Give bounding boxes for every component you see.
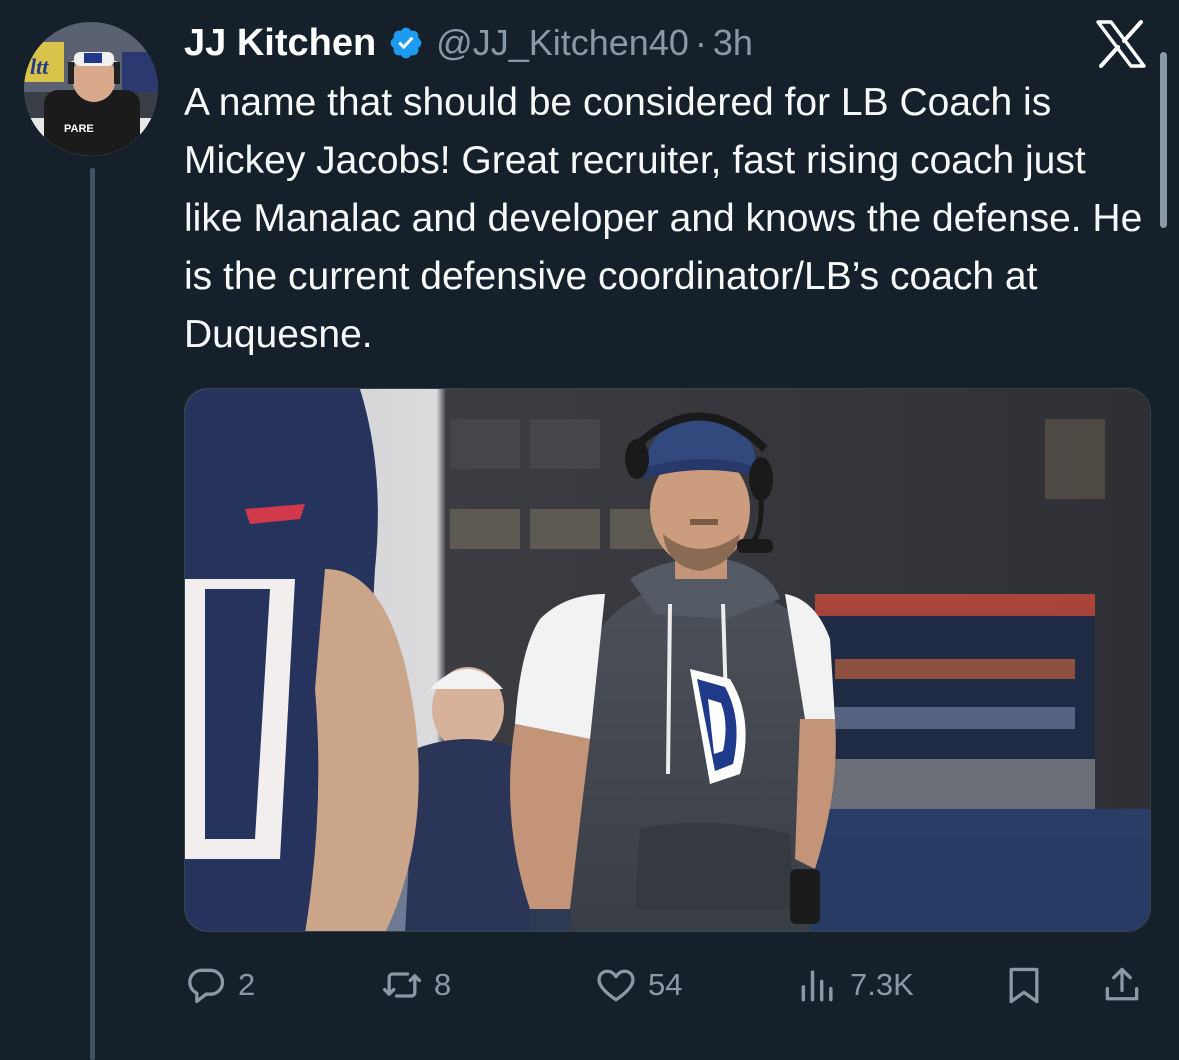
- verified-badge-icon: [390, 27, 422, 59]
- tweet-time[interactable]: 3h: [713, 22, 753, 64]
- tweet-header: JJ Kitchen @JJ_Kitchen40 · 3h: [184, 18, 753, 68]
- scrollbar[interactable]: [1160, 52, 1167, 228]
- like-button[interactable]: 54: [594, 956, 682, 1014]
- separator-dot: ·: [694, 22, 707, 63]
- repost-button[interactable]: 8: [380, 956, 451, 1014]
- thread-line: [90, 168, 95, 1060]
- like-count: 54: [648, 967, 683, 1002]
- views-count: 7.3K: [850, 967, 914, 1002]
- photo-coach-on-sideline: [185, 389, 1150, 931]
- share-button[interactable]: [1100, 956, 1144, 1014]
- reply-count: 2: [238, 967, 256, 1002]
- heart-icon: [597, 969, 635, 1002]
- repost-count: 8: [434, 967, 452, 1002]
- bookmark-icon: [1009, 967, 1039, 1004]
- views-button[interactable]: 7.3K: [796, 956, 914, 1014]
- tweet[interactable]: ltt PARE JJ Kitchen @JJ_Kitchen40 · 3h A…: [0, 0, 1179, 1060]
- avatar-image: ltt PARE: [24, 22, 158, 156]
- tweet-text: A name that should be considered for LB …: [184, 81, 1143, 356]
- author-name[interactable]: JJ Kitchen: [184, 22, 376, 65]
- author-avatar[interactable]: ltt PARE: [24, 22, 158, 156]
- views-icon: [801, 970, 833, 1002]
- reply-button[interactable]: 2: [184, 956, 255, 1014]
- bookmark-button[interactable]: [1002, 956, 1046, 1014]
- repost-icon: [382, 972, 422, 998]
- tweet-photo[interactable]: [184, 388, 1151, 932]
- author-handle[interactable]: @JJ_Kitchen40: [436, 22, 689, 64]
- avatar-logo-text: ltt: [30, 54, 49, 79]
- share-icon: [1105, 967, 1139, 1001]
- tweet-action-bar: 2 8 54 7.3K: [184, 956, 1154, 1014]
- reply-icon: [188, 968, 225, 1004]
- x-logo-icon[interactable]: [1095, 20, 1147, 68]
- avatar-shirt-text: PARE: [64, 123, 94, 135]
